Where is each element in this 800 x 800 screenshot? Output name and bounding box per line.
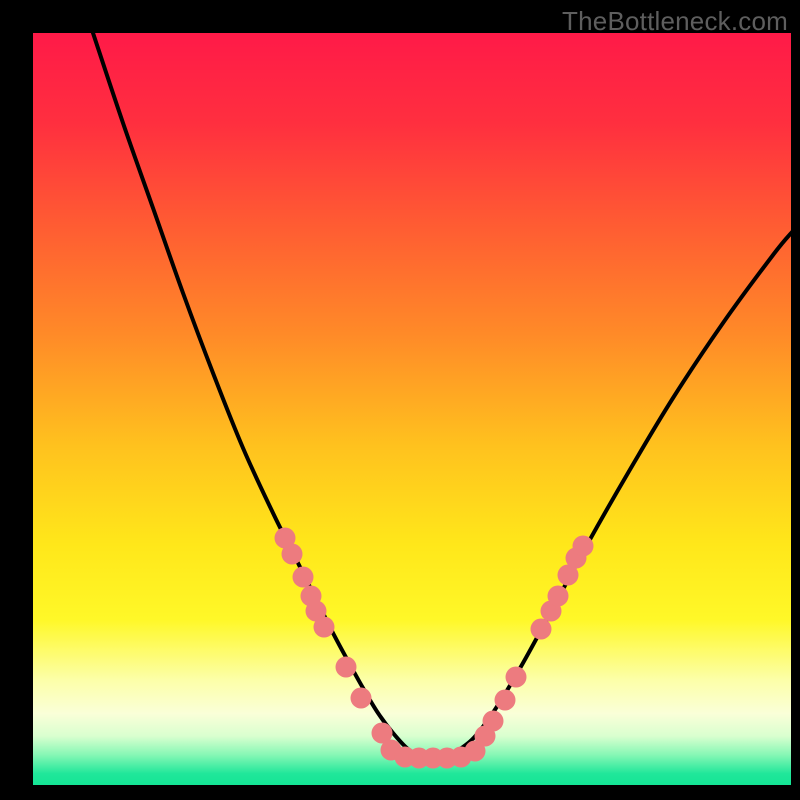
dot-marker: [293, 567, 314, 588]
dot-marker: [314, 617, 335, 638]
dot-marker: [336, 657, 357, 678]
gradient-background: [33, 33, 791, 785]
plot-area: [33, 33, 791, 785]
watermark-text: TheBottleneck.com: [562, 6, 788, 37]
dot-marker: [506, 667, 527, 688]
dot-marker: [573, 536, 594, 557]
dot-marker: [351, 688, 372, 709]
dot-marker: [495, 690, 516, 711]
dot-marker: [548, 586, 569, 607]
dot-marker: [531, 619, 552, 640]
chart-frame: TheBottleneck.com: [0, 0, 800, 800]
plot-svg: [33, 33, 791, 785]
dot-marker: [282, 544, 303, 565]
dot-marker: [483, 711, 504, 732]
